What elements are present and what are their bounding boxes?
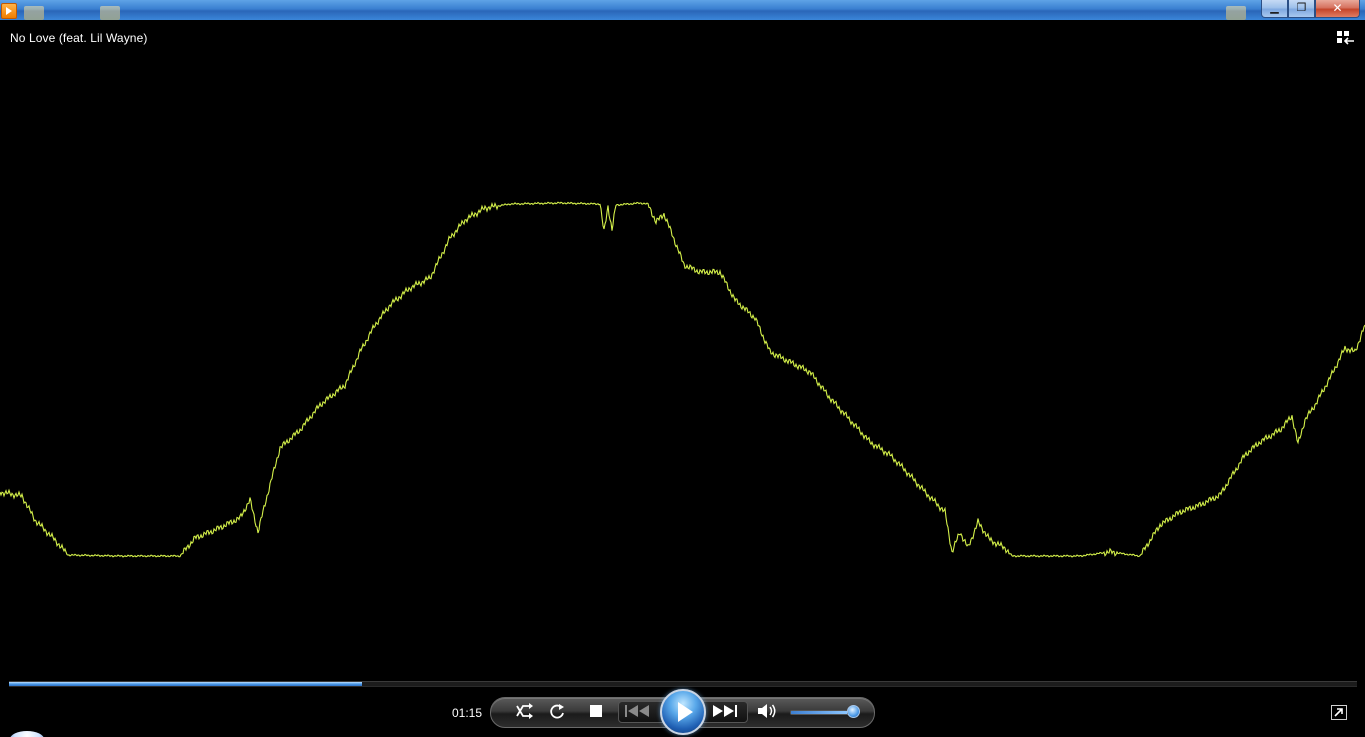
next-button[interactable] [712,704,738,718]
elapsed-time: 01:15 [452,706,483,720]
restore-icon: ❐ [1296,2,1307,14]
volume-icon [758,704,776,718]
close-button[interactable]: ✕ [1315,0,1360,18]
shuffle-button[interactable] [515,703,535,719]
waveform-visualization [0,201,1365,558]
expand-icon [1334,708,1343,717]
folder-icon [100,6,120,20]
repeat-icon [550,704,564,719]
minimize-button[interactable]: ▁ [1261,0,1288,18]
volume-slider-thumb[interactable] [847,705,860,718]
fullscreen-button[interactable] [1331,705,1347,720]
next-icon [713,705,737,717]
stop-button[interactable] [590,705,602,717]
volume-slider[interactable] [790,710,854,715]
seek-bar[interactable] [9,681,1357,687]
media-player-window: ▁ ❐ ✕ No Love (feat. Lil Wayne) 01:15 [0,0,1365,737]
minimize-icon: ▁ [1270,2,1279,14]
shuffle-icon [516,703,533,719]
folder-icon [1226,6,1246,20]
media-player-icon[interactable] [1,3,17,19]
switch-to-library-icon [1337,31,1354,45]
seek-progress [9,682,363,686]
restore-button[interactable]: ❐ [1288,0,1315,18]
stop-icon [590,705,602,717]
previous-icon [625,705,649,717]
close-icon: ✕ [1332,1,1343,15]
previous-button[interactable] [625,704,651,718]
window-controls: ▁ ❐ ✕ [1261,0,1360,18]
folder-icon [24,6,44,20]
repeat-button[interactable] [548,703,566,719]
mute-button[interactable] [757,703,777,719]
title-bar: ▁ ❐ ✕ [0,0,1365,20]
now-playing-title: No Love (feat. Lil Wayne) [10,31,148,45]
waveform-line [0,201,1365,558]
play-button[interactable] [660,689,706,735]
switch-to-library-button[interactable] [1337,30,1355,46]
volume-level [791,711,847,714]
